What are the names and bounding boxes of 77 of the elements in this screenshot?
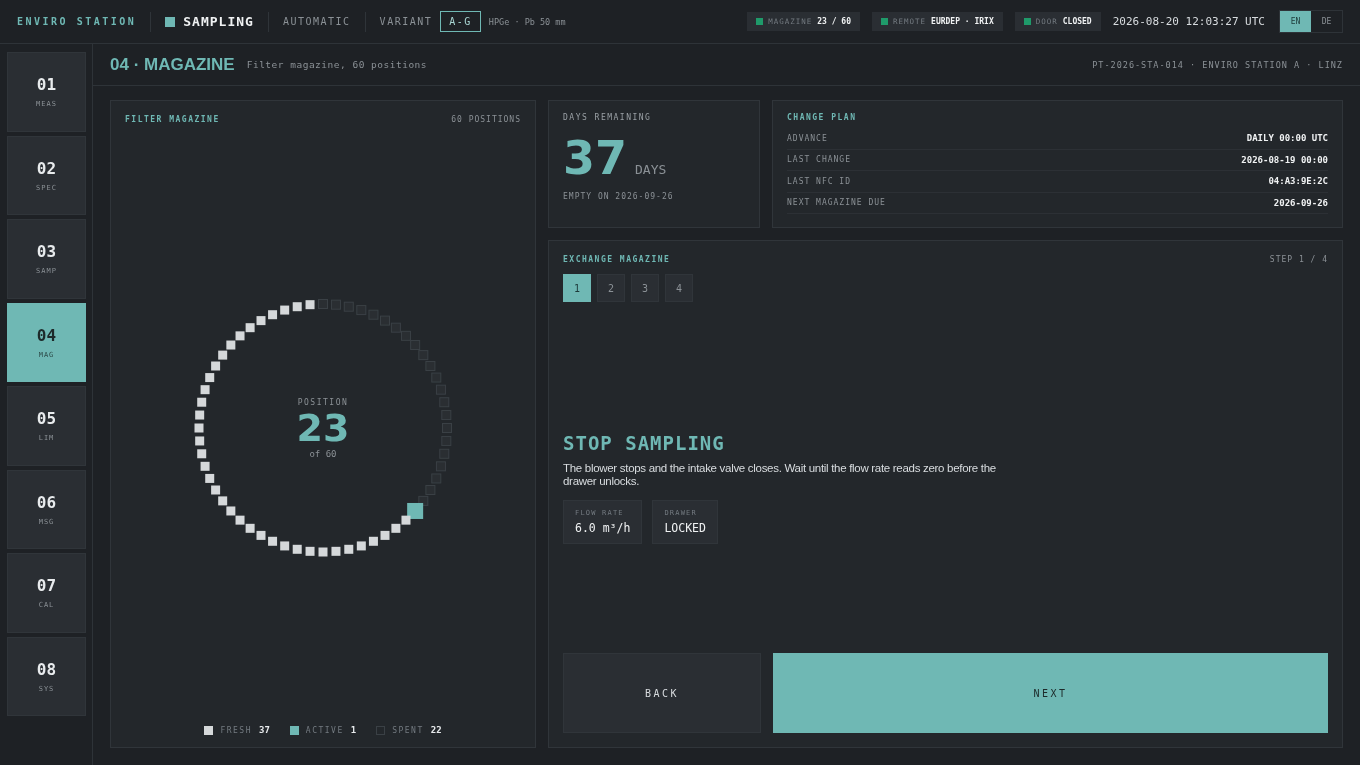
step-counter: STEP 1 / 4 [1269, 255, 1328, 264]
position-value: 23 [296, 406, 350, 448]
mode-state: AUTOMATIC [282, 16, 351, 27]
reading-value: 6.0 m³/h [575, 520, 631, 535]
legend-swatch [289, 725, 299, 735]
legend-count: 22 [430, 725, 442, 735]
mode-indicator-icon [165, 16, 176, 27]
brand-name: ENVIRO STATION [17, 16, 137, 27]
magazine-slot [435, 384, 446, 395]
magazine-slot [418, 349, 429, 360]
position-label: POSITION [297, 397, 349, 406]
variant-label: VARIANT [379, 16, 433, 27]
back-button[interactable]: BACK [563, 653, 761, 733]
plan-label: ADVANCE [787, 133, 828, 143]
language-button[interactable]: EN [1280, 11, 1311, 32]
panel-title: FILTER MAGAZINE [125, 115, 220, 124]
legend-swatch [204, 725, 214, 735]
status-value: CLOSED [1062, 17, 1092, 26]
legend-count: 1 [350, 725, 357, 735]
magazine-slot [435, 460, 446, 471]
magazine-slot [431, 472, 442, 483]
days-value: 37 [563, 132, 627, 184]
magazine-slot [380, 315, 390, 326]
empty-date: EMPTY ON 2026-09-26 [563, 192, 675, 201]
magazine-slot [318, 298, 328, 309]
plan-value: 2026-09-26 [1273, 197, 1328, 208]
magazine-slot [343, 301, 354, 312]
page-subtitle: Filter magazine, 60 positions [246, 59, 428, 70]
legend-swatch [376, 725, 386, 735]
card-title: CHANGE PLAN [787, 113, 858, 122]
page-title: 04 · MAGAZINE [110, 54, 235, 75]
magazine-slot [431, 372, 442, 383]
magazine-slot [441, 435, 452, 446]
reading-value: LOCKED [664, 520, 706, 535]
step-tab[interactable]: 1 [563, 274, 591, 302]
step-tab[interactable]: 2 [597, 274, 625, 302]
positions-count: 60 POSITIONS [451, 115, 521, 124]
magazine-slot [425, 484, 436, 495]
magazine-slot [356, 304, 367, 315]
step-heading: STOP SAMPLING [563, 431, 726, 454]
magazine-slot [439, 448, 450, 459]
detector-info: HPGe · Pb 50 mm [488, 16, 566, 27]
next-button[interactable]: NEXT [773, 653, 1328, 733]
magazine-slot [368, 309, 379, 320]
plan-label: NEXT MAGAZINE DUE [787, 198, 886, 208]
magazine-slot [407, 502, 424, 519]
language-button[interactable]: DE [1311, 11, 1342, 32]
plan-value: DAILY 00:00 UTC [1246, 133, 1328, 144]
magazine-slot [439, 396, 450, 407]
status-value: EURDEP · IRIX [931, 17, 994, 26]
magazine-slot [442, 422, 452, 433]
plan-label: LAST NFC ID [787, 176, 851, 186]
step-tab[interactable]: 4 [665, 274, 693, 302]
days-unit: DAYS [635, 162, 667, 177]
mode-label: SAMPLING [183, 14, 254, 29]
legend-label: ACTIVE [305, 725, 344, 735]
magazine-slot [400, 330, 411, 341]
step-tab[interactable]: 3 [631, 274, 659, 302]
magazine-slot [390, 322, 401, 333]
station-location: PT-2026-STA-014 · ENVIRO STATION A · LINZ [1092, 59, 1343, 70]
variant-badge: A-G [440, 11, 481, 32]
status-value: 23 / 60 [817, 17, 851, 26]
magazine-slot [330, 299, 341, 310]
plan-value: 2026-08-19 00:00 [1241, 154, 1328, 165]
magazine-slot [441, 409, 452, 420]
plan-value: 04:A3:9E:2C [1268, 176, 1328, 187]
clock: 2026-08-20 12:03:27 UTC [1112, 15, 1265, 28]
position-total: of 60 [309, 448, 337, 458]
legend-label: FRESH [220, 725, 252, 735]
step-description: The blower stops and the intake valve closes. Wait until the flow rate reads zero before the drawer unlocks. [563, 461, 997, 488]
card-title: EXCHANGE MAGAZINE [563, 255, 671, 264]
card-title: DAYS REMAINING [563, 113, 653, 122]
magazine-slot [410, 339, 421, 350]
magazine-slot [425, 360, 436, 371]
plan-label: LAST CHANGE [787, 155, 851, 165]
legend-count: 37 [259, 725, 270, 735]
legend-label: SPENT [392, 725, 424, 735]
